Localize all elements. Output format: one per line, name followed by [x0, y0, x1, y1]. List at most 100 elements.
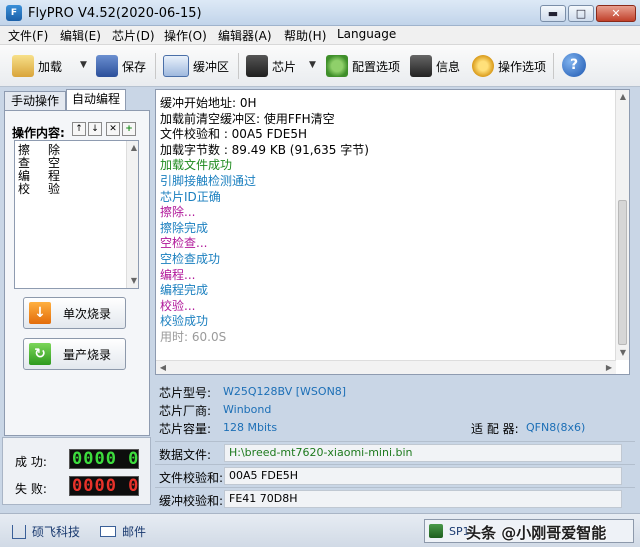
chip-icon — [246, 55, 268, 77]
chip-model-label: 芯片型号: — [159, 386, 212, 400]
toolbar-separator — [553, 53, 554, 79]
mass-burn-button[interactable]: ↻ 量产烧录 — [23, 338, 126, 370]
status-bar: 硕飞科技 邮件 SP16 头条 @小刚哥爱智能 — [0, 513, 640, 547]
close-button[interactable]: ✕ — [596, 5, 636, 22]
chip-button[interactable]: 芯片 — [246, 51, 296, 81]
scroll-up-icon[interactable]: ▲ — [616, 90, 630, 104]
minimize-button[interactable]: ▬ — [540, 5, 566, 22]
log-line: 空检查... — [160, 236, 208, 251]
chip-vendor-label: 芯片厂商: — [159, 404, 212, 418]
log-line: 引脚接触检测通过 — [160, 174, 257, 188]
log-line: 用时: 60.0S — [160, 330, 227, 344]
buffer-icon — [163, 55, 189, 77]
maximize-button[interactable]: □ — [568, 5, 594, 22]
success-label: 成 功: — [15, 455, 47, 469]
menu-editor[interactable]: 编辑器(A) — [218, 27, 272, 44]
menu-file[interactable]: 文件(F) — [8, 27, 48, 44]
menu-language[interactable]: Language — [337, 27, 396, 41]
buffer-button[interactable]: 缓冲区 — [163, 51, 229, 81]
adapter-value: QFN8(8x6) — [526, 421, 586, 434]
log-panel[interactable]: 缓冲开始地址: 0H 加载前清空缓冲区: 使用FFH清空 文件校验和 : 00A5 … — [155, 89, 630, 375]
load-dropdown-icon[interactable]: ▼ — [80, 60, 87, 70]
log-line: 校验成功 — [160, 314, 209, 329]
mail-link[interactable]: 邮件 — [100, 523, 146, 540]
buffer-checksum-label: 缓冲校验和: — [159, 494, 224, 508]
single-burn-button[interactable]: ↓ 单次烧录 — [23, 297, 126, 329]
title-bar: F FlyPRO V4.52(2020-06-15) ▬ □ ✕ — [0, 0, 640, 26]
buffer-checksum-field: FE41 70D8H — [224, 490, 622, 508]
operation-options-label: 操作选项 — [498, 59, 547, 74]
config-options-button[interactable]: 配置选项 — [326, 51, 400, 81]
log-horizontal-scrollbar[interactable]: ◀ ▶ — [156, 360, 616, 374]
list-item[interactable]: 校验 — [18, 183, 78, 196]
mass-burn-label: 量产烧录 — [63, 347, 112, 362]
move-down-icon[interactable]: ↓ — [88, 122, 102, 136]
operation-options-button[interactable]: 操作选项 — [472, 51, 546, 81]
file-checksum-label: 文件校验和: — [159, 471, 224, 485]
file-checksum-row: 文件校验和: 00A5 FDE5H — [155, 464, 635, 486]
scroll-down-icon[interactable]: ▼ — [616, 346, 630, 360]
menu-chip[interactable]: 芯片(D) — [112, 27, 155, 44]
log-line: 编程... — [160, 267, 196, 282]
app-icon: F — [6, 5, 22, 21]
move-up-icon[interactable]: ↑ — [72, 122, 86, 136]
config-gear-icon — [326, 55, 348, 77]
fail-label: 失 败: — [15, 482, 47, 496]
operation-list-scrollbar[interactable]: ▲ ▼ — [126, 141, 138, 288]
adapter-label: 适 配 器: — [471, 422, 519, 436]
scroll-down-icon[interactable]: ▼ — [127, 274, 141, 288]
add-icon[interactable]: + — [122, 122, 136, 136]
buffer-checksum-row: 缓冲校验和: FE41 70D8H — [155, 487, 635, 509]
chip-dropdown-icon[interactable]: ▼ — [309, 60, 316, 70]
data-file-row: 数据文件: H:\breed-mt7620-xiaomi-mini.bin — [155, 441, 635, 463]
log-line: 芯片ID正确 — [160, 189, 221, 204]
chip-model-value[interactable]: W25Q128BV [WSON8] — [223, 385, 346, 398]
operation-content-label: 操作内容: — [12, 126, 65, 140]
cycle-icon: ↻ — [29, 343, 51, 365]
download-arrow-icon: ↓ — [29, 302, 51, 324]
menu-bar: 文件(F) 编辑(E) 芯片(D) 操作(O) 编辑器(A) 帮助(H) Lan… — [0, 26, 640, 45]
log-line: 编程完成 — [160, 283, 209, 298]
scroll-thumb[interactable] — [618, 200, 627, 345]
info-icon — [410, 55, 432, 77]
file-checksum-field: 00A5 FDE5H — [224, 467, 622, 485]
menu-edit[interactable]: 编辑(E) — [60, 27, 101, 44]
config-options-label: 配置选项 — [352, 59, 401, 74]
company-label: 硕飞科技 — [32, 525, 81, 539]
log-line: 擦除完成 — [160, 220, 209, 235]
log-line: 缓冲开始地址: 0H — [160, 96, 257, 110]
floppy-disk-icon — [96, 55, 118, 77]
log-vertical-scrollbar[interactable]: ▲ ▼ — [615, 90, 629, 360]
load-button[interactable]: 加载 — [12, 51, 62, 81]
chip-capacity-value: 128 Mbits — [223, 421, 278, 434]
operation-list[interactable]: 擦除 查空 编程 校验 ▲ ▼ — [14, 140, 139, 289]
fail-counter: 0000 0 — [69, 476, 139, 496]
tab-manual[interactable]: 手动操作 — [4, 91, 66, 111]
company-link[interactable]: 硕飞科技 — [12, 523, 80, 540]
menu-help[interactable]: 帮助(H) — [284, 27, 326, 44]
scroll-right-icon[interactable]: ▶ — [602, 361, 616, 375]
data-file-label: 数据文件: — [159, 448, 212, 462]
left-panel: 手动操作 自动编程 操作内容: ↑ ↓ ✕ + 擦除 查空 编程 校验 ▲ ▼ … — [2, 89, 151, 436]
info-button[interactable]: 信息 — [410, 51, 460, 81]
log-line: 加载文件成功 — [160, 158, 233, 173]
tab-auto-program[interactable]: 自动编程 — [66, 89, 126, 111]
window-title: FlyPRO V4.52(2020-06-15) — [28, 6, 202, 21]
success-counter: 0000 0 — [69, 449, 139, 469]
buffer-label: 缓冲区 — [193, 59, 230, 74]
load-label: 加载 — [38, 59, 63, 74]
envelope-icon — [100, 526, 116, 537]
log-line: 加载字节数 : 89.49 KB (91,635 字节) — [160, 142, 369, 157]
delete-icon[interactable]: ✕ — [106, 122, 120, 136]
data-file-field[interactable]: H:\breed-mt7620-xiaomi-mini.bin — [224, 444, 622, 462]
save-button[interactable]: 保存 — [96, 51, 146, 81]
scroll-left-icon[interactable]: ◀ — [156, 361, 170, 375]
chip-capacity-label: 芯片容量: — [159, 422, 212, 436]
log-line: 文件校验和 : 00A5 FDE5H — [160, 127, 307, 142]
mail-label: 邮件 — [122, 525, 147, 539]
help-icon[interactable]: ? — [562, 53, 586, 77]
menu-operation[interactable]: 操作(O) — [164, 27, 207, 44]
scroll-up-icon[interactable]: ▲ — [127, 141, 141, 155]
chip-label: 芯片 — [272, 59, 297, 74]
log-line: 校验... — [160, 298, 196, 313]
